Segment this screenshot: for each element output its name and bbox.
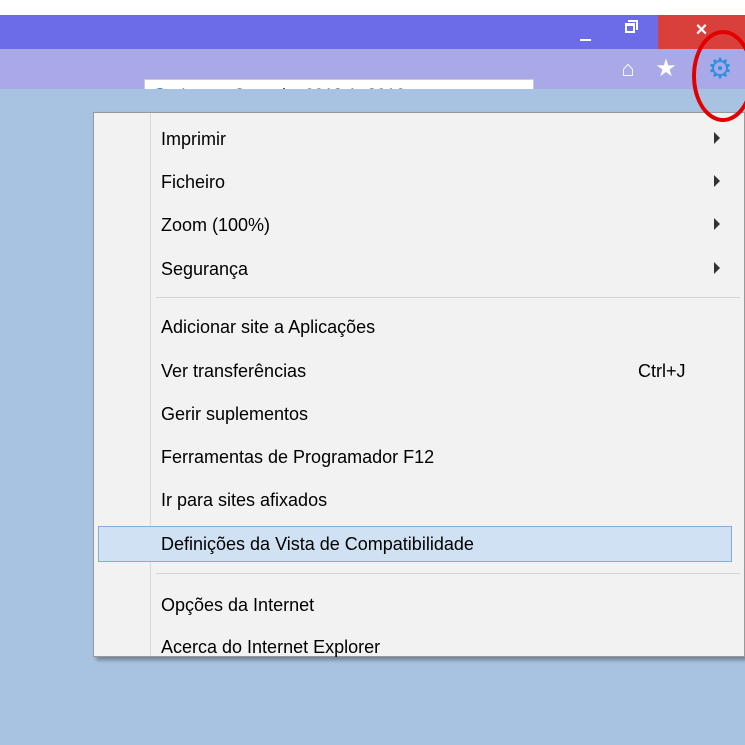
menu-item-gerir-suplementos[interactable]: Gerir suplementos [100, 397, 734, 433]
menu-item-ficheiro[interactable]: Ficheiro [100, 165, 734, 201]
menu-item-label: Gerir suplementos [161, 404, 309, 424]
menu-item-opcoes-internet[interactable]: Opções da Internet [100, 588, 734, 624]
restore-button[interactable] [612, 15, 652, 49]
menu-item-label: Segurança [161, 259, 249, 279]
menu-item-imprimir[interactable]: Imprimir [100, 122, 734, 158]
menu-item-label: Ferramentas de Programador F12 [161, 447, 435, 467]
submenu-arrow-icon [714, 175, 720, 187]
menu-item-ver-transferencias[interactable]: Ver transferências Ctrl+J [100, 354, 734, 390]
menu-item-ferramentas-programador[interactable]: Ferramentas de Programador F12 [100, 440, 734, 476]
restore-icon-front [625, 23, 635, 33]
tools-menu: Imprimir Ficheiro Zoom (100%) Segurança … [93, 112, 745, 657]
menu-separator [156, 573, 740, 574]
menu-item-label: Adicionar site a Aplicações [161, 317, 376, 337]
submenu-arrow-icon [714, 218, 720, 230]
menu-item-seguranca[interactable]: Segurança [100, 252, 734, 288]
minimize-button[interactable] [567, 15, 607, 49]
menu-item-zoom[interactable]: Zoom (100%) [100, 208, 734, 244]
menu-item-sites-afixados[interactable]: Ir para sites afixados [100, 483, 734, 519]
star-icon[interactable]: ★ [650, 49, 682, 89]
menu-item-label: Opções da Internet [161, 595, 315, 615]
menu-item-label: Ficheiro [161, 172, 226, 192]
menu-item-label: Ir para sites afixados [161, 490, 328, 510]
home-icon[interactable]: ⌂ [612, 49, 644, 89]
menu-item-label: Zoom (100%) [161, 215, 271, 235]
menu-item-adicionar-site[interactable]: Adicionar site a Aplicações [100, 310, 734, 346]
menu-item-shortcut: Ctrl+J [638, 361, 686, 381]
submenu-arrow-icon [714, 262, 720, 274]
screen: × e Inovar Consulta 2013.1 r3816 × ⌂ ★ ⚙… [0, 0, 745, 745]
annotation-circle [692, 30, 745, 122]
menu-item-acerca[interactable]: Acerca do Internet Explorer [100, 630, 734, 666]
menu-item-label: Imprimir [161, 129, 226, 149]
menu-item-compatibilidade[interactable]: Definições da Vista de Compatibilidade [98, 526, 732, 562]
menu-item-label: Acerca do Internet Explorer [161, 637, 381, 657]
submenu-arrow-icon [714, 132, 720, 144]
title-bar: × [0, 15, 745, 49]
menu-separator [156, 297, 740, 298]
menu-item-label: Ver transferências [161, 361, 307, 381]
menu-item-label: Definições da Vista de Compatibilidade [161, 534, 474, 554]
